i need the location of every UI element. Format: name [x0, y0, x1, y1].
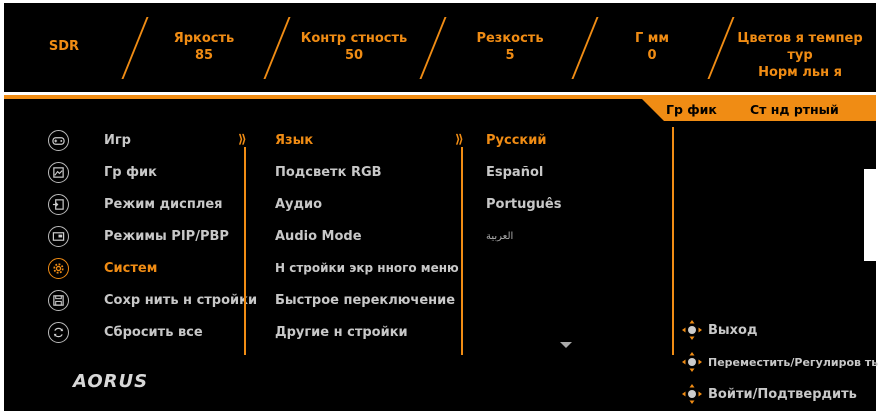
gamma-stat: Г мм 0 [602, 30, 702, 64]
tab-notch [642, 99, 664, 121]
mode-tabs: Гр фик Ст нд ртный [642, 99, 876, 121]
menu-item-save-settings[interactable]: Сохр нить н стройки [104, 293, 257, 308]
submenu-item-quick-switch[interactable]: Быстрое переключение [275, 293, 455, 308]
brightness-stat: Яркость 85 [154, 30, 254, 64]
submenu-item-osd-settings[interactable]: Н стройки экр нного меню [275, 261, 459, 275]
submenu-item-language[interactable]: Язык [275, 133, 313, 148]
hint-exit: Выход [708, 323, 758, 338]
menu-item-reset-all[interactable]: Сбросить все [104, 325, 203, 340]
contrast-stat: Контр стность 50 [282, 30, 426, 64]
joystick-icon [682, 352, 702, 372]
language-option-arabic[interactable]: العربية [486, 231, 513, 242]
chevron-right-icon: ⟫ [455, 132, 464, 146]
side-scroll-tab [864, 169, 876, 261]
submenu-item-audio[interactable]: Аудио [275, 197, 322, 212]
gear-icon [48, 258, 69, 279]
tab-picture-mode[interactable]: Гр фик [666, 99, 717, 121]
hdr-mode: SDR [48, 39, 80, 54]
submenu-item-other-settings[interactable]: Другие н стройки [275, 325, 408, 340]
scroll-down-icon[interactable] [560, 342, 572, 348]
save-icon [48, 290, 69, 311]
sharpness-stat: Резкость 5 [460, 30, 560, 64]
language-option-russian[interactable]: Русский [486, 133, 546, 148]
status-bar: SDR Яркость 85 Контр стность 50 Резкость… [4, 3, 876, 92]
display-input-icon [48, 194, 69, 215]
tab-bar: Гр фик Ст нд ртный [664, 99, 876, 121]
submenu-item-audio-mode[interactable]: Audio Mode [275, 229, 362, 244]
picture-icon [48, 162, 69, 183]
joystick-icon [682, 320, 702, 340]
column-divider [461, 147, 463, 355]
brightness-value: 85 [194, 48, 214, 63]
joystick-icon [682, 384, 702, 404]
sharpness-value: 5 [505, 48, 515, 63]
pip-icon [48, 226, 69, 247]
language-option-portuguese[interactable]: Português [486, 197, 561, 212]
chevron-right-icon: ⟫ [238, 132, 247, 146]
menu-item-system[interactable]: Систем [104, 261, 157, 276]
menu-item-pip-pbp[interactable]: Режимы PIP/PBP [104, 229, 229, 244]
gamma-label: Г мм [634, 31, 670, 46]
hint-enter-confirm: Войти/Подтвердить [708, 387, 857, 402]
brightness-label: Яркость [173, 31, 235, 46]
gamma-value: 0 [647, 48, 657, 63]
reset-icon [48, 322, 69, 343]
language-option-spanish[interactable]: Español [486, 165, 543, 180]
column-divider [244, 147, 246, 355]
sharpness-label: Резкость [476, 31, 544, 46]
submenu-item-rgb-light[interactable]: Подсветк RGB [275, 165, 382, 180]
osd-frame: SDR Яркость 85 Контр стность 50 Резкость… [0, 0, 880, 417]
tab-standard[interactable]: Ст нд ртный [750, 99, 839, 121]
contrast-value: 50 [344, 48, 364, 63]
menu-panel: Гр фик Ст нд ртный Игр Гр фик Режим дисп… [4, 99, 879, 411]
separator [121, 17, 149, 79]
color-temp-stat: Цветов я темпер тур Норм льн я [726, 30, 874, 81]
menu-item-display[interactable]: Режим дисплея [104, 197, 223, 212]
menu-item-gaming[interactable]: Игр [104, 133, 131, 148]
hint-move-adjust: Переместить/Регулиров ть [708, 356, 879, 369]
separator [571, 17, 599, 79]
gamepad-icon [48, 130, 69, 151]
aorus-logo: AORUS [73, 371, 149, 392]
menu-item-picture[interactable]: Гр фик [104, 165, 157, 180]
color-temp-value: Норм льн я [758, 65, 842, 80]
contrast-label: Контр стность [300, 31, 408, 46]
column-divider [672, 127, 674, 355]
color-temp-label: Цветов я темпер тур [737, 31, 863, 63]
